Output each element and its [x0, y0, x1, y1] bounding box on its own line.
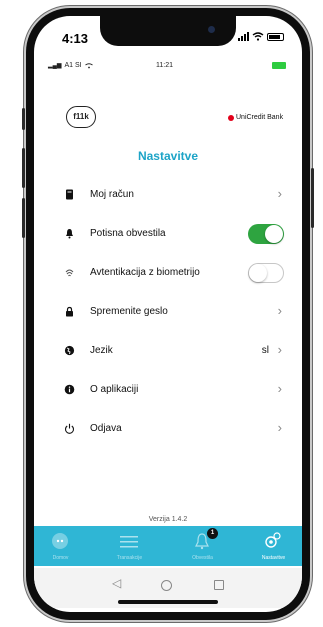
tab-label: Transakcije — [116, 555, 143, 561]
tab-notifications[interactable]: 1 Obvestila — [176, 526, 229, 566]
lock-icon — [66, 306, 73, 317]
menu-item-label: Potisna obvestila — [90, 228, 166, 239]
volume-down-button — [22, 198, 25, 238]
menu-item-label: Jezik — [90, 345, 113, 356]
app-version: Verzija 1.4.2 — [148, 516, 188, 523]
tab-transactions[interactable]: Transakcije — [103, 526, 156, 566]
menu-item-about-app[interactable]: O aplikaciji › — [34, 375, 302, 405]
toggle-knob — [265, 225, 283, 243]
wifi-icon — [84, 62, 93, 68]
menu-item-language[interactable]: Jezik sl › — [34, 336, 302, 366]
menu-item-label: Moj račun — [90, 189, 134, 200]
list-icon — [120, 536, 138, 548]
chevron-right-icon: › — [277, 381, 282, 396]
device-clock: 4:13 — [62, 31, 89, 46]
home-circle-icon[interactable] — [161, 580, 172, 591]
app-clock: 11:21 — [156, 62, 173, 69]
wifi-icon — [252, 32, 264, 41]
tab-label: Nastavitve — [261, 555, 286, 561]
tab-label: Domov — [52, 555, 69, 561]
bell-icon — [66, 229, 73, 239]
gear-icon — [265, 532, 281, 548]
carrier-label: A1 SI — [64, 62, 82, 69]
tab-home[interactable]: Domov — [34, 526, 87, 566]
push-notifications-toggle[interactable] — [248, 224, 284, 244]
app-logo: f11k — [66, 106, 96, 128]
battery-charging-icon — [272, 62, 286, 69]
home-icon — [52, 533, 68, 549]
battery-icon — [267, 32, 284, 41]
app-status-bar: ▂▄▆ A1 SI 11:21 — [48, 61, 288, 73]
menu-item-label: Avtentikacija z biometrijo — [90, 267, 200, 278]
chevron-right-icon: › — [277, 186, 282, 201]
chevron-right-icon: › — [277, 342, 282, 357]
mute-switch — [22, 108, 25, 130]
device-status-icons — [238, 32, 284, 41]
fingerprint-icon — [65, 269, 74, 277]
unicredit-mark-icon — [228, 114, 234, 121]
recent-apps-icon[interactable] — [214, 580, 224, 590]
toggle-knob — [249, 264, 267, 282]
menu-item-logout[interactable]: Odjava › — [34, 414, 302, 444]
globe-icon — [64, 345, 75, 356]
bottom-tab-bar: Domov Transakcije 1 Obvestila Nastavitve — [34, 526, 302, 566]
notch — [100, 16, 236, 46]
menu-item-label: O aplikaciji — [90, 384, 139, 395]
cell-signal-icon — [238, 32, 249, 41]
notification-badge: 1 — [207, 528, 218, 539]
biometric-auth-toggle[interactable] — [248, 263, 284, 283]
signal-icon: ▂▄▆ — [48, 63, 62, 69]
camera-icon — [208, 26, 215, 33]
menu-item-biometric-auth[interactable]: Avtentikacija z biometrijo — [34, 258, 302, 288]
chevron-right-icon: › — [277, 303, 282, 318]
menu-item-push-notifications[interactable]: Potisna obvestila — [34, 219, 302, 249]
chevron-right-icon: › — [277, 420, 282, 435]
bank-name: UniCredit Bank — [236, 114, 284, 121]
menu-item-label: Odjava — [90, 423, 122, 434]
document-icon — [66, 189, 73, 200]
phone-screen: 4:13 ▂▄▆ A1 SI 11:21 f11k UniCredit Bank… — [34, 16, 302, 612]
bank-logo: UniCredit Bank — [228, 114, 283, 121]
info-icon — [64, 384, 75, 395]
power-button — [311, 168, 314, 228]
volume-up-button — [22, 148, 25, 188]
menu-item-my-account[interactable]: Moj račun › — [34, 180, 302, 210]
menu-item-change-password[interactable]: Spremenite geslo › — [34, 297, 302, 327]
language-value: sl — [261, 345, 269, 356]
tab-label: Obvestila — [192, 555, 213, 561]
power-icon — [65, 423, 74, 434]
home-indicator[interactable] — [118, 600, 218, 604]
menu-item-label: Spremenite geslo — [90, 306, 168, 317]
page-title: Nastavitve — [137, 149, 199, 163]
phone-frame: 4:13 ▂▄▆ A1 SI 11:21 f11k UniCredit Bank… — [22, 8, 314, 620]
back-icon[interactable]: ◁ — [112, 576, 121, 590]
tab-settings[interactable]: Nastavitve — [247, 526, 300, 566]
